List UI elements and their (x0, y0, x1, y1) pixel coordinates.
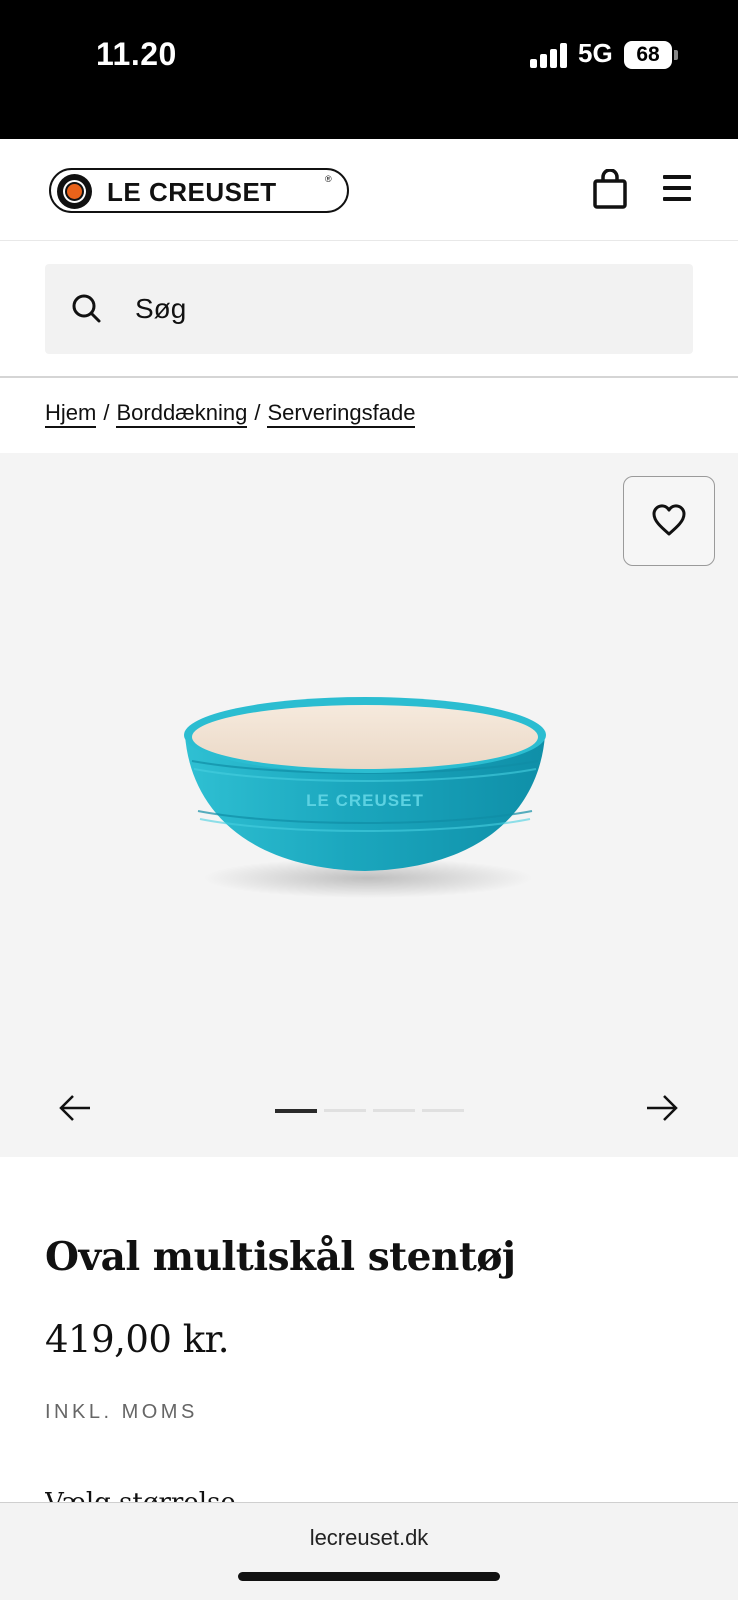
status-time: 11.20 (96, 36, 177, 72)
network-label: 5G (578, 38, 613, 68)
search-box[interactable] (45, 264, 693, 354)
pagination-dot[interactable] (422, 1109, 464, 1112)
signal-icon (530, 42, 568, 68)
gallery-pagination (275, 1109, 465, 1113)
logo-link[interactable]: LE CREUSET ® (49, 168, 349, 213)
vat-label: INKL. MOMS (45, 1401, 198, 1423)
breadcrumb-borddaekning[interactable]: Borddækning (116, 400, 248, 428)
shopping-bag-icon[interactable] (592, 169, 628, 209)
battery-icon: 68 (624, 41, 672, 69)
search-icon (72, 294, 101, 323)
hamburger-menu-icon[interactable] (663, 175, 691, 201)
product-price: 419,00 kr. (45, 1318, 230, 1361)
wishlist-button[interactable] (623, 476, 715, 566)
breadcrumb-separator: / (254, 400, 261, 425)
logo-icon (57, 174, 92, 209)
arrow-left-icon[interactable] (58, 1093, 92, 1123)
logo-text: LE CREUSET (107, 177, 277, 207)
home-indicator[interactable] (238, 1572, 500, 1581)
pagination-dot[interactable] (275, 1109, 317, 1113)
breadcrumb: Hjem / Borddækning / Serveringsfade (45, 400, 416, 428)
pagination-dot[interactable] (373, 1109, 415, 1112)
pagination-dot[interactable] (324, 1109, 366, 1112)
status-bar: 11.20 5G 68 (0, 0, 738, 139)
browser-url[interactable]: lecreuset.dk (0, 1525, 738, 1551)
battery-cap (674, 50, 678, 60)
product-gallery[interactable]: LE CREUSET (0, 453, 738, 1157)
heart-icon (652, 504, 686, 536)
product-title: Oval multiskål stentøj (45, 1234, 516, 1280)
search-section (0, 241, 738, 378)
site-header: LE CREUSET ® (0, 139, 738, 241)
arrow-right-icon[interactable] (645, 1093, 679, 1123)
breadcrumb-separator: / (103, 400, 110, 425)
bowl-brand-text: LE CREUSET (306, 791, 424, 810)
product-image: LE CREUSET (184, 697, 546, 898)
browser-address-bar: lecreuset.dk (0, 1502, 738, 1600)
size-selector-label: Vælg størrelse (45, 1488, 236, 1502)
search-input[interactable] (135, 286, 635, 332)
breadcrumb-home[interactable]: Hjem (45, 400, 97, 428)
logo-registered-mark: ® (325, 174, 332, 184)
breadcrumb-serveringsfade[interactable]: Serveringsfade (267, 400, 416, 428)
